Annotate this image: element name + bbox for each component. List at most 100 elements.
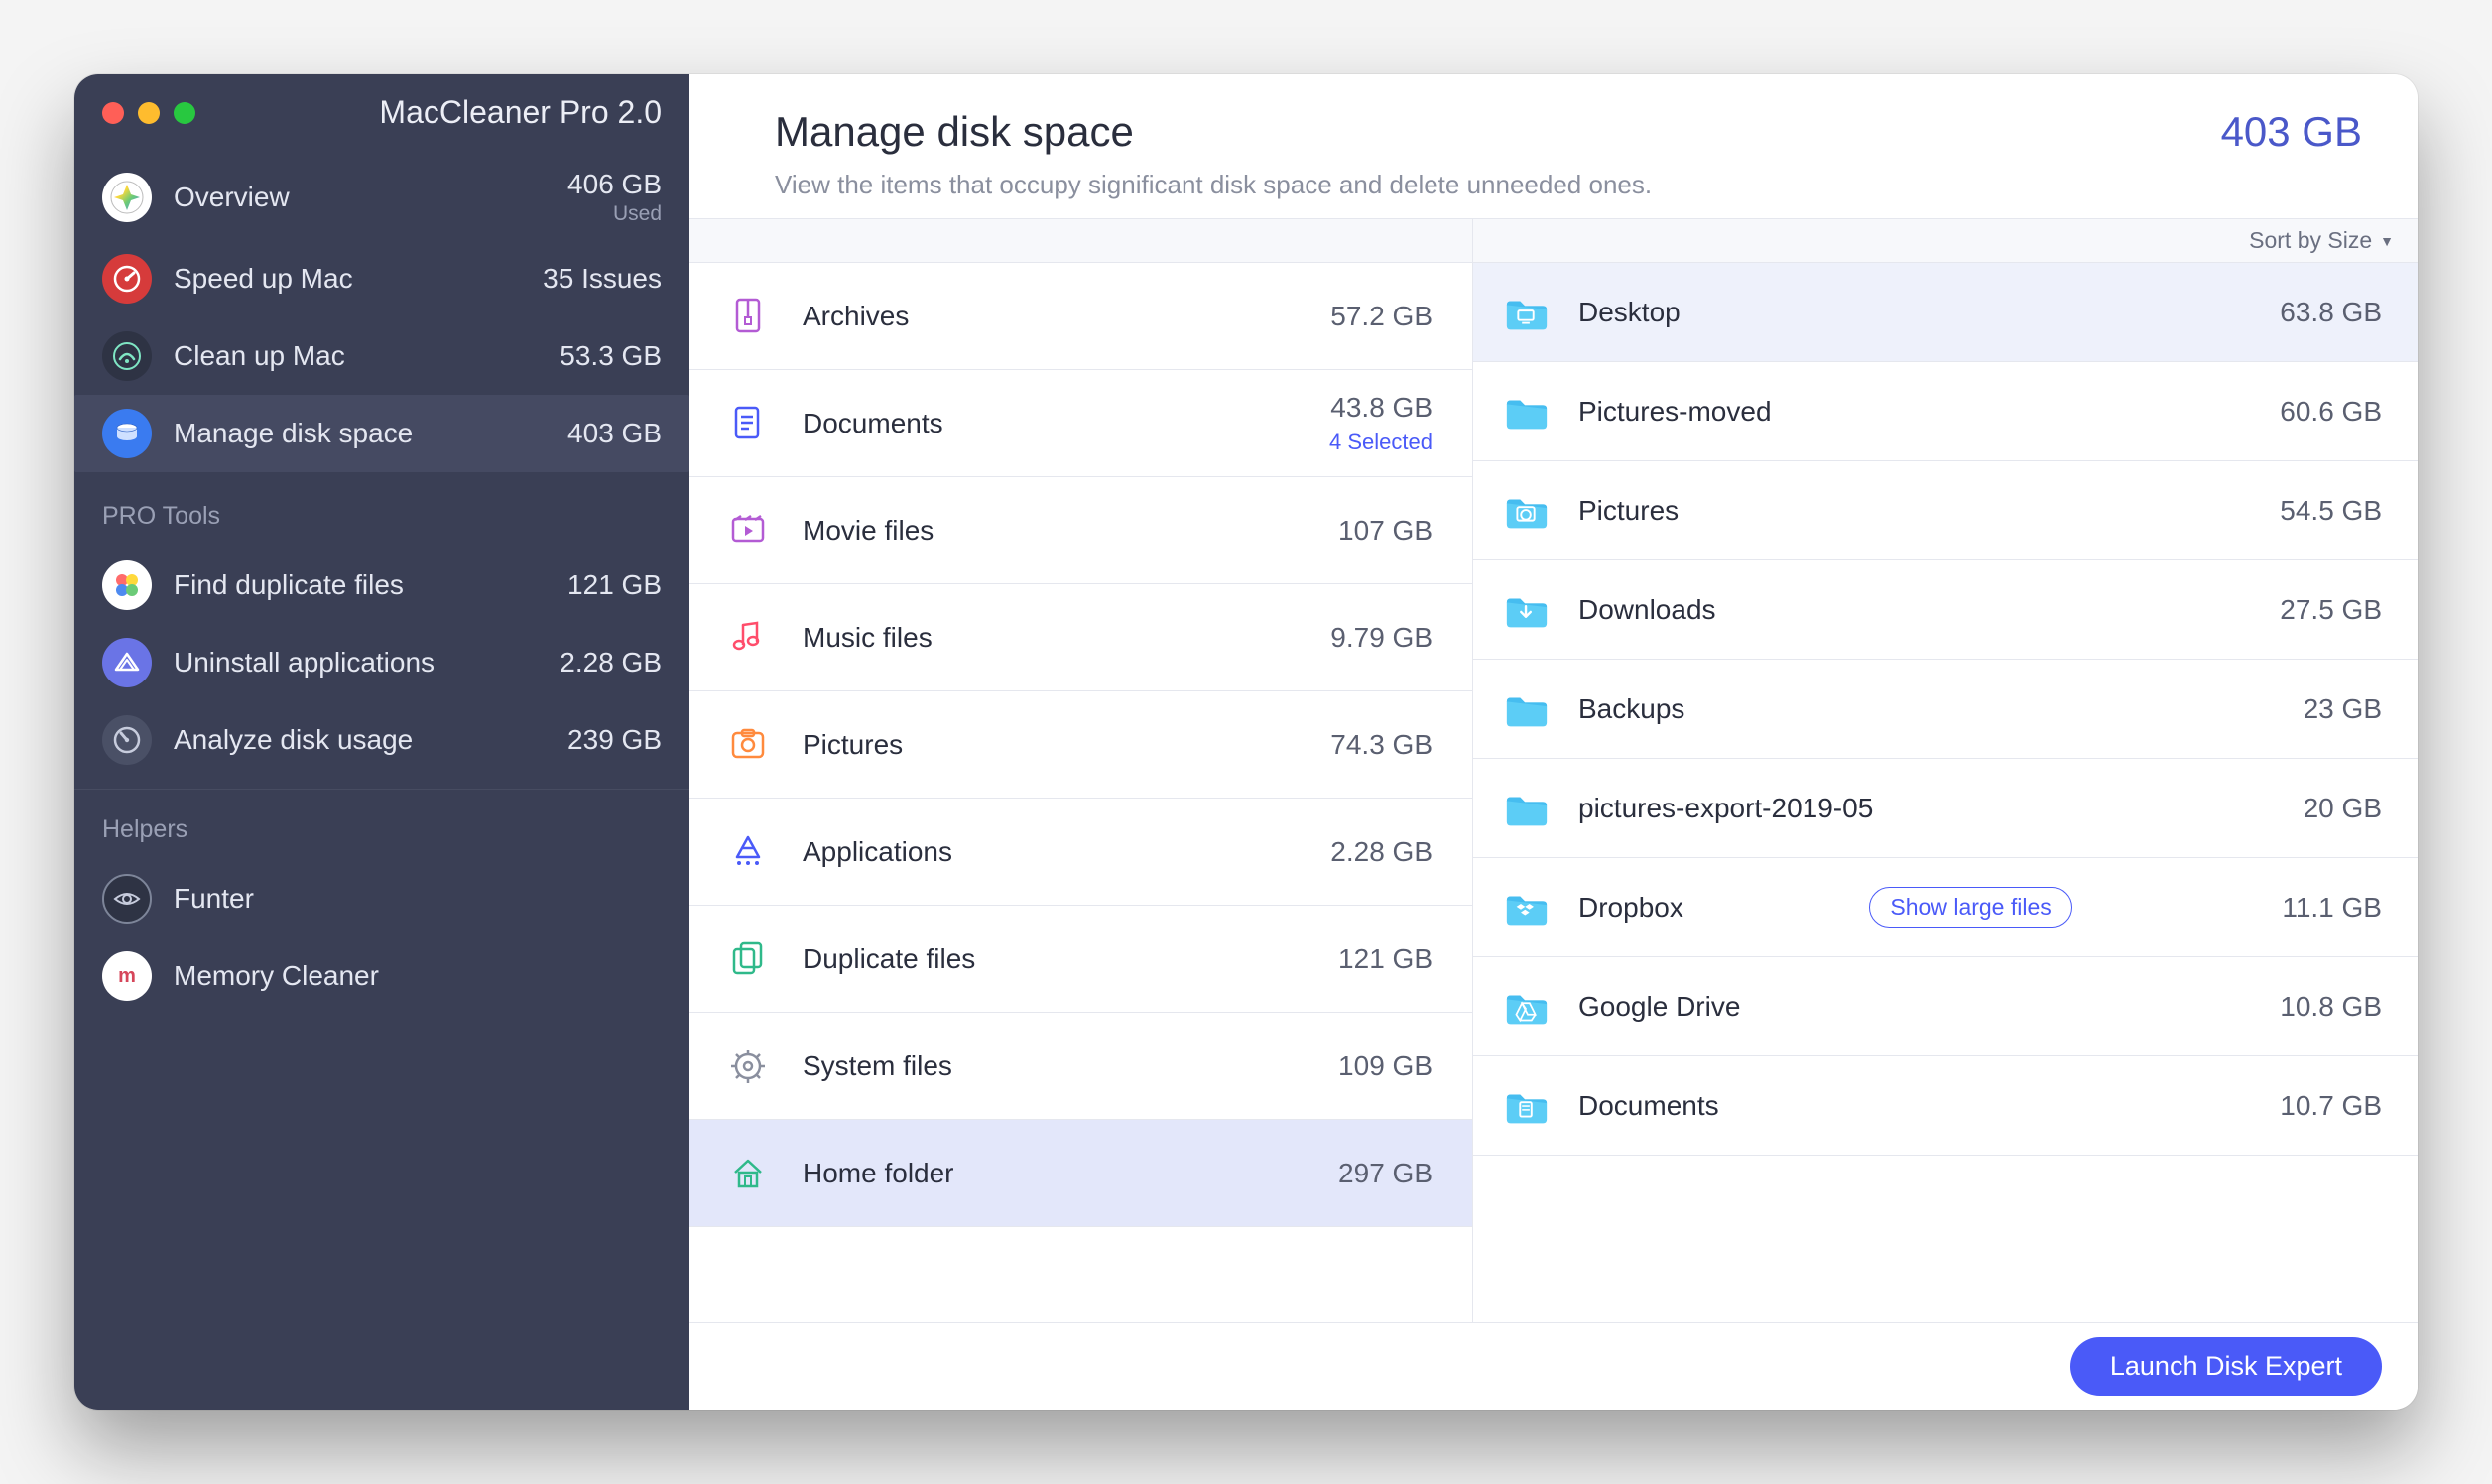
speedometer-icon — [102, 254, 152, 304]
category-row[interactable]: System files 109 GB — [689, 1013, 1472, 1120]
app-title: MacCleaner Pro 2.0 — [217, 94, 662, 131]
category-label: Pictures — [803, 729, 903, 761]
sidebar-item-value: 35 Issues — [543, 263, 662, 295]
gauge-icon — [102, 715, 152, 765]
sidebar-helper-funter[interactable]: Funter — [74, 860, 689, 937]
folder-row[interactable]: Downloads 27.5 GB — [1473, 560, 2418, 660]
category-row[interactable]: Pictures 74.3 GB — [689, 691, 1472, 799]
folder-label: Pictures-moved — [1578, 396, 1772, 428]
sidebar-item-value: 403 GB — [567, 418, 662, 449]
titlebar: MacCleaner Pro 2.0 — [74, 74, 689, 149]
camera-icon — [723, 724, 773, 766]
maximize-icon[interactable] — [174, 102, 195, 124]
cleanup-icon — [102, 331, 152, 381]
category-size: 121 GB — [1338, 943, 1433, 975]
applications-icon — [723, 831, 773, 873]
music-icon — [723, 617, 773, 659]
page-header: Manage disk space 403 GB View the items … — [689, 74, 2418, 218]
folder-size: 23 GB — [2304, 693, 2382, 725]
category-size: 107 GB — [1338, 515, 1433, 547]
sort-by-size[interactable]: Sort by Size ▼ — [2249, 227, 2394, 254]
category-label: Applications — [803, 836, 952, 868]
folder-size: 10.8 GB — [2280, 991, 2382, 1023]
folder-row[interactable]: pictures-export-2019-05 20 GB — [1473, 759, 2418, 858]
folder-row[interactable]: Desktop 63.8 GB — [1473, 263, 2418, 362]
sidebar-item-manage-disk[interactable]: Manage disk space 403 GB — [74, 395, 689, 472]
sidebar-item-cleanup[interactable]: Clean up Mac 53.3 GB — [74, 317, 689, 395]
page-total-size: 403 GB — [2221, 108, 2362, 156]
sidebar-item-value: 406 GB — [567, 169, 662, 200]
eye-icon — [102, 874, 152, 924]
category-row[interactable]: Applications 2.28 GB — [689, 799, 1472, 906]
app-window: MacCleaner Pro 2.0 — [74, 74, 2418, 1410]
sidebar-item-label: Analyze disk usage — [174, 724, 413, 756]
document-icon — [723, 403, 773, 444]
folder-size: 60.6 GB — [2280, 396, 2382, 428]
sidebar-item-label: Speed up Mac — [174, 263, 353, 295]
sidebar-helper-memory[interactable]: m Memory Cleaner — [74, 937, 689, 1015]
minimize-icon[interactable] — [138, 102, 160, 124]
folder-icon — [1503, 293, 1551, 332]
category-size: 297 GB — [1338, 1158, 1433, 1189]
close-icon[interactable] — [102, 102, 124, 124]
main-panel: Manage disk space 403 GB View the items … — [689, 74, 2418, 1410]
category-row[interactable]: Music files 9.79 GB — [689, 584, 1472, 691]
folder-label: Backups — [1578, 693, 1684, 725]
sidebar-item-value: 2.28 GB — [560, 647, 662, 679]
sidebar-item-speedup[interactable]: Speed up Mac 35 Issues — [74, 240, 689, 317]
sidebar-tool-duplicates[interactable]: Find duplicate files 121 GB — [74, 547, 689, 624]
folder-icon — [1503, 789, 1551, 828]
show-large-files-button[interactable]: Show large files — [1869, 887, 2071, 928]
folder-size: 27.5 GB — [2280, 594, 2382, 626]
memory-icon: m — [102, 951, 152, 1001]
folder-icon — [1503, 987, 1551, 1027]
folders-list: Desktop 63.8 GB Pictures-moved 60.6 GB P… — [1473, 263, 2418, 1156]
category-size: 57.2 GB — [1330, 301, 1433, 332]
disk-icon — [102, 409, 152, 458]
folder-row[interactable]: Dropbox Show large files 11.1 GB — [1473, 858, 2418, 957]
folders-sort-bar[interactable]: Sort by Size ▼ — [1473, 219, 2418, 263]
sidebar-item-label: Manage disk space — [174, 418, 413, 449]
category-label: Movie files — [803, 515, 934, 547]
folder-label: Documents — [1578, 1090, 1719, 1122]
category-label: Archives — [803, 301, 909, 332]
folder-label: Google Drive — [1578, 991, 1740, 1023]
category-row[interactable]: Documents 43.8 GB 4 Selected — [689, 370, 1472, 477]
category-size: 9.79 GB — [1330, 622, 1433, 654]
sidebar-item-label: Funter — [174, 883, 254, 915]
folder-size: 10.7 GB — [2280, 1090, 2382, 1122]
category-size: 74.3 GB — [1330, 729, 1433, 761]
folder-size: 20 GB — [2304, 793, 2382, 824]
folder-row[interactable]: Backups 23 GB — [1473, 660, 2418, 759]
folder-label: Dropbox — [1578, 892, 1683, 924]
category-row[interactable]: Duplicate files 121 GB — [689, 906, 1472, 1013]
sidebar-item-overview[interactable]: Overview 406 GB Used — [74, 155, 689, 240]
movie-icon — [723, 510, 773, 552]
sidebar-tools: Find duplicate files 121 GB Uninstall ap… — [74, 541, 689, 779]
category-label: Music files — [803, 622, 933, 654]
folder-label: Desktop — [1578, 297, 1681, 328]
uninstall-icon — [102, 638, 152, 687]
folder-row[interactable]: Documents 10.7 GB — [1473, 1056, 2418, 1156]
sidebar: MacCleaner Pro 2.0 — [74, 74, 689, 1410]
launch-disk-expert-button[interactable]: Launch Disk Expert — [2070, 1337, 2382, 1396]
category-label: Duplicate files — [803, 943, 975, 975]
category-row[interactable]: Archives 57.2 GB — [689, 263, 1472, 370]
sidebar-tool-uninstall[interactable]: Uninstall applications 2.28 GB — [74, 624, 689, 701]
category-row[interactable]: Movie files 107 GB — [689, 477, 1472, 584]
sidebar-item-label: Uninstall applications — [174, 647, 435, 679]
folder-row[interactable]: Pictures-moved 60.6 GB — [1473, 362, 2418, 461]
category-label: Documents — [803, 408, 943, 439]
category-badge: 4 Selected — [1329, 430, 1433, 455]
category-row[interactable]: Home folder 297 GB — [689, 1120, 1472, 1227]
category-label: Home folder — [803, 1158, 954, 1189]
sidebar-item-label: Clean up Mac — [174, 340, 345, 372]
folder-row[interactable]: Google Drive 10.8 GB — [1473, 957, 2418, 1056]
folder-row[interactable]: Pictures 54.5 GB — [1473, 461, 2418, 560]
sidebar-tool-analyze[interactable]: Analyze disk usage 239 GB — [74, 701, 689, 779]
sidebar-item-value: 53.3 GB — [560, 340, 662, 372]
category-size: 109 GB — [1338, 1051, 1433, 1082]
folder-label: pictures-export-2019-05 — [1578, 793, 1873, 824]
chevron-down-icon: ▼ — [2380, 233, 2394, 249]
content: Archives 57.2 GB Documents 43.8 GB 4 Sel… — [689, 218, 2418, 1322]
